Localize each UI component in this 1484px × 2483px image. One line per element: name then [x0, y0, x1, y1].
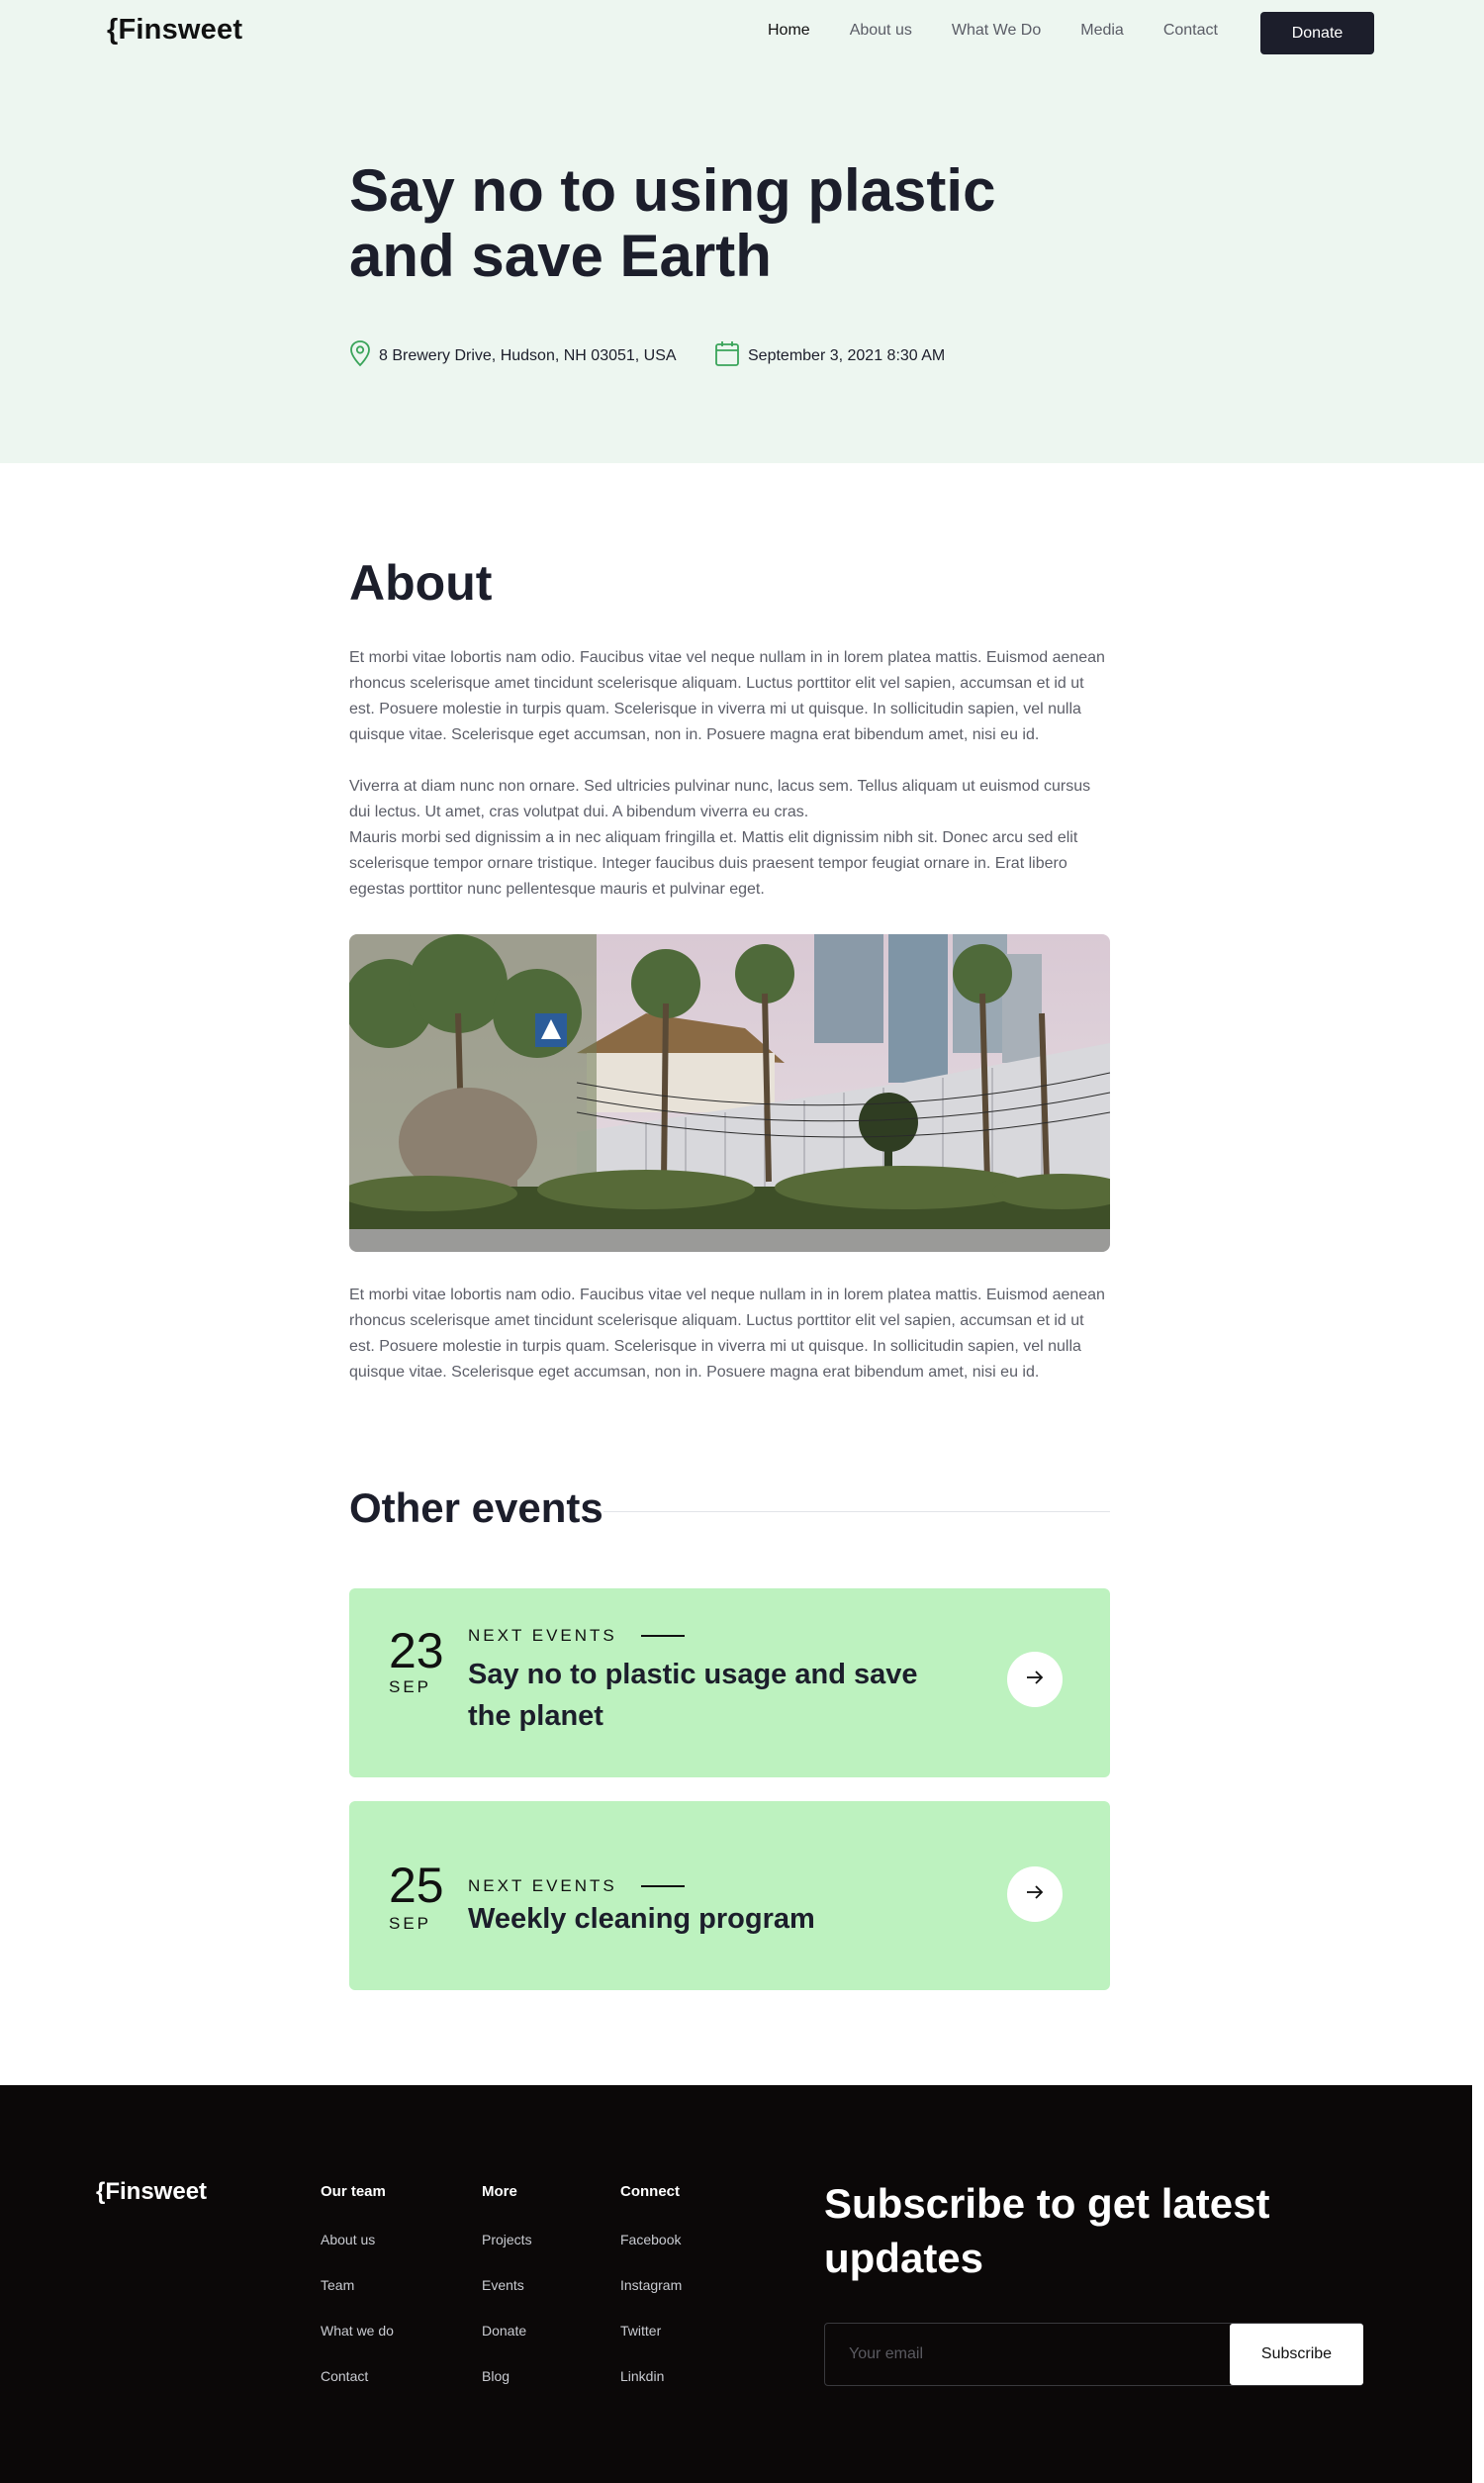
footer-column-our-team: Our team About us Team What we do Contac… — [321, 2183, 394, 2414]
subscribe-form: Subscribe — [824, 2323, 1363, 2386]
nav-links: Home About us What We Do Media Contact — [768, 22, 1257, 40]
location-text: 8 Brewery Drive, Hudson, NH 03051, USA — [379, 346, 677, 364]
event-date: September 3, 2021 8:30 AM — [714, 339, 945, 372]
footer-column-more: More Projects Events Donate Blog — [482, 2183, 532, 2414]
event-location: 8 Brewery Drive, Hudson, NH 03051, USA — [349, 339, 677, 372]
about-paragraph-2b: Mauris morbi sed dignissim a in nec aliq… — [349, 829, 1078, 898]
site-footer: {Finsweet Our team About us Team What we… — [0, 2085, 1472, 2483]
event-day: 25 — [389, 1858, 444, 1913]
subscribe-heading: Subscribe to get latest updates — [824, 2180, 1270, 2281]
about-paragraph-1: Et morbi vitae lobortis nam odio. Faucib… — [349, 649, 1105, 743]
event-tag: NEXT EVENTS — [468, 1626, 685, 1646]
other-events-heading: Other events — [349, 1484, 603, 1531]
footer-column-heading: More — [482, 2183, 517, 2200]
date-text: September 3, 2021 8:30 AM — [748, 346, 946, 364]
event-photo — [349, 934, 1110, 1252]
footer-link-about-us[interactable]: About us — [321, 2232, 394, 2277]
event-month: SEP — [389, 1677, 432, 1696]
event-card[interactable]: 23 SEP NEXT EVENTS Say no to plastic usa… — [349, 1588, 1110, 1777]
donate-button[interactable]: Donate — [1260, 12, 1374, 54]
event-tag-label: NEXT EVENTS — [468, 1626, 617, 1645]
event-card[interactable]: 25 SEP NEXT EVENTS Weekly cleaning progr… — [349, 1801, 1110, 1990]
section-divider — [603, 1511, 1110, 1512]
footer-logo[interactable]: {Finsweet — [96, 2178, 207, 2206]
arrow-right-icon — [1025, 1670, 1045, 1690]
event-arrow-button[interactable] — [1007, 1652, 1063, 1707]
about-paragraph-2: Viverra at diam nunc non ornare. Sed ult… — [349, 774, 1111, 903]
tag-rule — [640, 1635, 685, 1637]
email-input[interactable] — [825, 2324, 1231, 2385]
event-tag: NEXT EVENTS — [468, 1876, 685, 1896]
event-arrow-button[interactable] — [1007, 1866, 1063, 1922]
footer-column-heading: Our team — [321, 2183, 386, 2200]
footer-column-heading: Connect — [620, 2183, 680, 2200]
event-tag-label: NEXT EVENTS — [468, 1876, 617, 1895]
event-month: SEP — [389, 1914, 432, 1933]
footer-link-events[interactable]: Events — [482, 2277, 532, 2323]
footer-link-linkdin[interactable]: Linkdin — [620, 2368, 682, 2414]
hero-section: {Finsweet Home About us What We Do Media… — [0, 0, 1484, 463]
footer-link-projects[interactable]: Projects — [482, 2232, 532, 2277]
footer-link-team[interactable]: Team — [321, 2277, 394, 2323]
footer-link-what-we-do[interactable]: What we do — [321, 2323, 394, 2368]
location-pin-icon — [349, 339, 379, 372]
calendar-icon — [714, 339, 748, 372]
top-nav: {Finsweet Home About us What We Do Media… — [0, 0, 1484, 65]
footer-link-twitter[interactable]: Twitter — [620, 2323, 682, 2368]
nav-link-contact[interactable]: Contact — [1163, 22, 1218, 40]
footer-link-contact[interactable]: Contact — [321, 2368, 394, 2414]
tag-rule — [640, 1885, 685, 1887]
footer-link-instagram[interactable]: Instagram — [620, 2277, 682, 2323]
event-title: Say no to plastic usage and save the pla… — [468, 1659, 918, 1732]
about-heading: About — [349, 555, 493, 611]
nav-link-home[interactable]: Home — [768, 22, 810, 40]
arrow-right-icon — [1025, 1884, 1045, 1905]
about-paragraph-3: Et morbi vitae lobortis nam odio. Faucib… — [349, 1287, 1105, 1381]
footer-link-blog[interactable]: Blog — [482, 2368, 532, 2414]
footer-column-connect: Connect Facebook Instagram Twitter Linkd… — [620, 2183, 682, 2414]
event-title: Weekly cleaning program — [468, 1903, 815, 1935]
nav-link-media[interactable]: Media — [1080, 22, 1124, 40]
footer-link-donate[interactable]: Donate — [482, 2323, 532, 2368]
nav-link-what-we-do[interactable]: What We Do — [952, 22, 1041, 40]
subscribe-button[interactable]: Subscribe — [1230, 2324, 1363, 2385]
brand-logo[interactable]: {Finsweet — [107, 14, 242, 47]
page-title: Say no to using plastic and save Earth — [349, 157, 996, 289]
nav-link-about[interactable]: About us — [850, 22, 912, 40]
event-day: 23 — [389, 1623, 444, 1678]
about-paragraph-2a: Viverra at diam nunc non ornare. Sed ult… — [349, 778, 1091, 820]
footer-link-facebook[interactable]: Facebook — [620, 2232, 682, 2277]
